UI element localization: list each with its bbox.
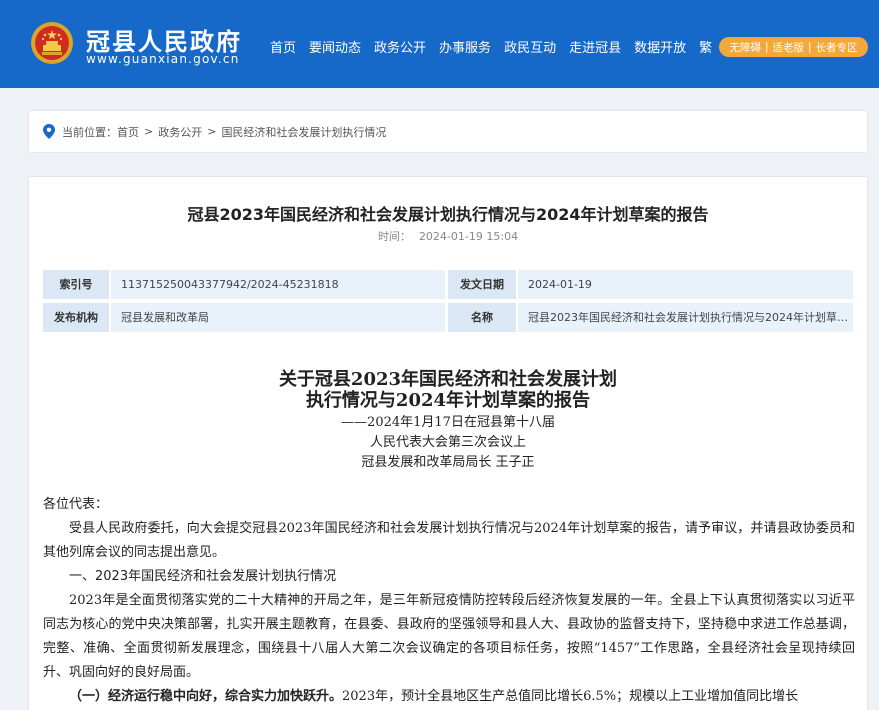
document-author: 冠县发展和改革局局长 王子正 (361, 455, 535, 470)
section-heading: 一、2023年国民经济和社会发展计划执行情况 (69, 569, 337, 584)
document-heading: 关于冠县2023年国民经济和社会发展计划 (278, 369, 618, 390)
document-subheading: 人民代表大会第三次会议上 (369, 435, 526, 450)
nav-item-services[interactable]: 办事服务 (439, 37, 491, 56)
breadcrumb-home[interactable]: 首页 (117, 124, 139, 140)
meta-value-name: 冠县2023年国民经济和社会发展计划执行情况与2024年计划草案的报告 (518, 303, 853, 332)
meta-row: 索引号 113715250043377942/2024-45231818 发文日… (43, 270, 853, 299)
meta-label-org: 发布机构 (43, 303, 109, 332)
nav-item-about[interactable]: 走进冠县 (569, 37, 621, 56)
accessibility-bar: 无障碍 | 适老版 | 长者专区 (719, 37, 868, 57)
paragraph-lead: （一）经济运行稳中向好，综合实力加快跃升。 (69, 689, 343, 704)
article-title: 冠县2023年国民经济和社会发展计划执行情况与2024年计划草案的报告 (187, 205, 709, 224)
national-emblem-icon[interactable] (30, 21, 74, 65)
nav-item-open-data[interactable]: 数据开放 (634, 37, 686, 56)
time-value: 2024-01-19 15:04 (418, 230, 519, 243)
divider: | (808, 41, 812, 53)
meta-label-date: 发文日期 (448, 270, 516, 299)
nav-item-gov-affairs[interactable]: 政务公开 (374, 37, 426, 56)
breadcrumb-separator: > (144, 125, 154, 138)
document-subheading: ——2024年1月17日在冠县第十八届 (341, 415, 555, 430)
breadcrumb: 当前位置： 首页 > 政务公开 > 国民经济和社会发展计划执行情况 (28, 110, 868, 153)
elderly-mode-button[interactable]: 适老版 (773, 40, 805, 55)
location-pin-icon (43, 124, 55, 139)
article-card: 冠县2023年国民经济和社会发展计划执行情况与2024年计划草案的报告 时间： 2… (28, 176, 868, 710)
meta-row: 发布机构 冠县发展和改革局 名称 冠县2023年国民经济和社会发展计划执行情况与… (43, 303, 853, 332)
meta-value-index: 113715250043377942/2024-45231818 (111, 270, 445, 299)
site-header: 冠县人民政府 www.guanxian.gov.cn 首页 要闻动态 政务公开 … (0, 0, 879, 88)
breadcrumb-prefix: 当前位置： (62, 125, 117, 139)
nav-item-interaction[interactable]: 政民互动 (504, 37, 556, 56)
meta-value-date: 2024-01-19 (518, 270, 853, 299)
site-url: www.guanxian.gov.cn (86, 52, 240, 66)
breadcrumb-separator: > (207, 125, 217, 138)
nav-item-home[interactable]: 首页 (270, 37, 296, 56)
breadcrumb-current[interactable]: 国民经济和社会发展计划执行情况 (221, 124, 386, 140)
main-nav: 首页 要闻动态 政务公开 办事服务 政民互动 走进冠县 数据开放 繁 (270, 37, 712, 56)
time-label: 时间： (377, 230, 411, 243)
paragraph: （一）经济运行稳中向好，综合实力加快跃升。2023年，预计全县地区生产总值同比增… (43, 685, 855, 709)
paragraph: 2023年是全面贯彻落实党的二十大精神的开局之年，是三年新冠疫情防控转段后经济恢… (43, 593, 855, 680)
breadcrumb-gov-affairs[interactable]: 政务公开 (158, 124, 202, 140)
senior-zone-button[interactable]: 长者专区 (816, 40, 858, 55)
paragraph-text: 2023年，预计全县地区生产总值同比增长6.5%；规模以上工业增加值同比增长 (342, 689, 799, 704)
article-time: 时间： 2024-01-19 15:04 (29, 228, 867, 244)
traditional-chinese-toggle[interactable]: 繁 (699, 37, 712, 56)
accessibility-button[interactable]: 无障碍 (729, 40, 761, 55)
meta-label-index: 索引号 (43, 270, 109, 299)
meta-value-org: 冠县发展和改革局 (111, 303, 445, 332)
meta-label-name: 名称 (448, 303, 516, 332)
nav-item-news[interactable]: 要闻动态 (309, 37, 361, 56)
paragraph: 受县人民政府委托，向大会提交冠县2023年国民经济和社会发展计划执行情况与202… (43, 521, 855, 560)
salutation: 各位代表： (43, 497, 109, 512)
document-heading: 执行情况与2024年计划草案的报告 (305, 390, 591, 411)
divider: | (764, 41, 769, 53)
